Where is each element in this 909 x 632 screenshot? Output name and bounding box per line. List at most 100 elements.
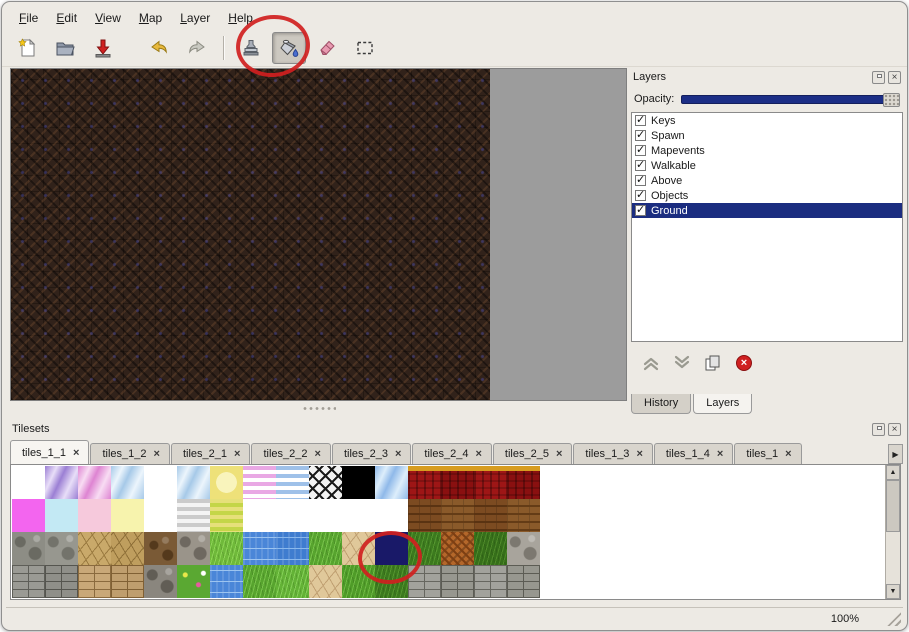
palette-tile[interactable] (474, 532, 507, 565)
float-panel-icon[interactable] (872, 71, 885, 84)
move-layer-down-button[interactable] (671, 352, 693, 374)
palette-tile[interactable] (276, 499, 309, 532)
tab-close-icon[interactable]: × (395, 448, 401, 460)
palette-tile[interactable] (177, 499, 210, 532)
dock-tab-history[interactable]: History (631, 394, 691, 414)
palette-tile[interactable] (441, 532, 474, 565)
palette-tile[interactable] (12, 532, 45, 565)
fill-tool-button[interactable] (272, 32, 306, 64)
palette-tile[interactable] (474, 499, 507, 532)
palette-tile[interactable] (177, 532, 210, 565)
undo-button[interactable] (142, 32, 176, 64)
layer-visibility-checkbox[interactable]: ✓ (635, 205, 646, 216)
menu-view[interactable]: View (86, 9, 130, 27)
layer-visibility-checkbox[interactable]: ✓ (635, 130, 646, 141)
palette-tile[interactable] (210, 466, 243, 499)
palette-tile[interactable] (144, 466, 177, 499)
palette-tile[interactable] (507, 466, 540, 499)
tab-close-icon[interactable]: × (234, 448, 240, 460)
menu-file[interactable]: File (10, 9, 47, 27)
palette-tile[interactable] (441, 466, 474, 499)
tileset-tab-tiles_2_5[interactable]: tiles_2_5× (493, 443, 572, 464)
palette-tile[interactable] (243, 499, 276, 532)
duplicate-layer-button[interactable] (702, 352, 724, 374)
scroll-up-icon[interactable]: ▲ (886, 465, 900, 480)
close-panel-icon[interactable]: × (888, 71, 901, 84)
tileset-tab-tiles_1_3[interactable]: tiles_1_3× (573, 443, 652, 464)
tileset-tab-tiles_1_4[interactable]: tiles_1_4× (654, 443, 733, 464)
eraser-tool-button[interactable] (310, 32, 344, 64)
palette-tile[interactable] (507, 532, 540, 565)
opacity-slider[interactable] (681, 95, 900, 104)
menu-layer[interactable]: Layer (171, 9, 219, 27)
palette-tile[interactable] (408, 499, 441, 532)
palette-tile[interactable] (342, 499, 375, 532)
menu-help[interactable]: Help (219, 9, 262, 27)
layer-row-keys[interactable]: ✓Keys (632, 113, 902, 128)
palette-tile[interactable] (276, 565, 309, 598)
palette-tile[interactable] (78, 466, 111, 499)
dock-tab-layers[interactable]: Layers (693, 394, 752, 414)
palette-tile[interactable] (45, 532, 78, 565)
layer-row-ground[interactable]: ✓Ground (632, 203, 902, 218)
palette-tile[interactable] (441, 565, 474, 598)
opacity-slider-handle[interactable] (883, 93, 900, 107)
palette-tile[interactable] (408, 466, 441, 499)
layer-row-mapevents[interactable]: ✓Mapevents (632, 143, 902, 158)
palette-tile[interactable] (507, 565, 540, 598)
menu-map[interactable]: Map (130, 9, 171, 27)
palette-tile[interactable] (243, 532, 276, 565)
layer-visibility-checkbox[interactable]: ✓ (635, 175, 646, 186)
palette-tile[interactable] (309, 532, 342, 565)
new-map-button[interactable] (10, 32, 44, 64)
tab-close-icon[interactable]: × (154, 448, 160, 460)
palette-tile[interactable] (375, 499, 408, 532)
palette-tile[interactable] (408, 565, 441, 598)
redo-button[interactable] (180, 32, 214, 64)
palette-tile[interactable] (111, 532, 144, 565)
layer-row-walkable[interactable]: ✓Walkable (632, 158, 902, 173)
palette-tile[interactable] (111, 499, 144, 532)
palette-tile[interactable] (474, 565, 507, 598)
resize-grip[interactable] (887, 612, 901, 626)
scroll-down-icon[interactable]: ▼ (886, 584, 900, 599)
palette-tile[interactable] (210, 565, 243, 598)
palette-tile[interactable] (45, 466, 78, 499)
palette-scrollbar[interactable]: ▲ ▼ (885, 465, 900, 599)
map-viewport[interactable] (10, 68, 627, 401)
tileset-tab-tiles_2_1[interactable]: tiles_2_1× (171, 443, 250, 464)
tab-close-icon[interactable]: × (717, 448, 723, 460)
select-tool-button[interactable] (348, 32, 382, 64)
palette-tile[interactable] (78, 532, 111, 565)
layer-row-objects[interactable]: ✓Objects (632, 188, 902, 203)
palette-tile[interactable] (45, 565, 78, 598)
palette-tile[interactable] (309, 565, 342, 598)
palette-tile[interactable] (342, 565, 375, 598)
tab-close-icon[interactable]: × (73, 447, 79, 459)
palette-tile[interactable] (210, 532, 243, 565)
palette-tile[interactable] (111, 466, 144, 499)
scrollbar-thumb[interactable] (886, 480, 900, 532)
palette-tile[interactable] (507, 499, 540, 532)
palette-tile[interactable] (12, 499, 45, 532)
tab-close-icon[interactable]: × (315, 448, 321, 460)
palette-tile[interactable] (144, 565, 177, 598)
save-button[interactable] (86, 32, 120, 64)
layer-visibility-checkbox[interactable]: ✓ (635, 160, 646, 171)
tab-close-icon[interactable]: × (475, 448, 481, 460)
palette-tile[interactable] (375, 466, 408, 499)
palette-tile[interactable] (12, 565, 45, 598)
palette-tile[interactable] (210, 499, 243, 532)
delete-layer-button[interactable]: × (733, 352, 755, 374)
menu-edit[interactable]: Edit (47, 9, 86, 27)
map-canvas[interactable] (11, 69, 490, 400)
tileset-tab-tiles_1[interactable]: tiles_1× (734, 443, 801, 464)
palette-tile[interactable] (474, 466, 507, 499)
palette-tile[interactable] (78, 565, 111, 598)
move-layer-up-button[interactable] (640, 352, 662, 374)
palette-tile[interactable] (309, 499, 342, 532)
layer-visibility-checkbox[interactable]: ✓ (635, 190, 646, 201)
palette-tile[interactable] (408, 532, 441, 565)
tileset-tab-tiles_1_2[interactable]: tiles_1_2× (90, 443, 169, 464)
palette-tile[interactable] (342, 466, 375, 499)
